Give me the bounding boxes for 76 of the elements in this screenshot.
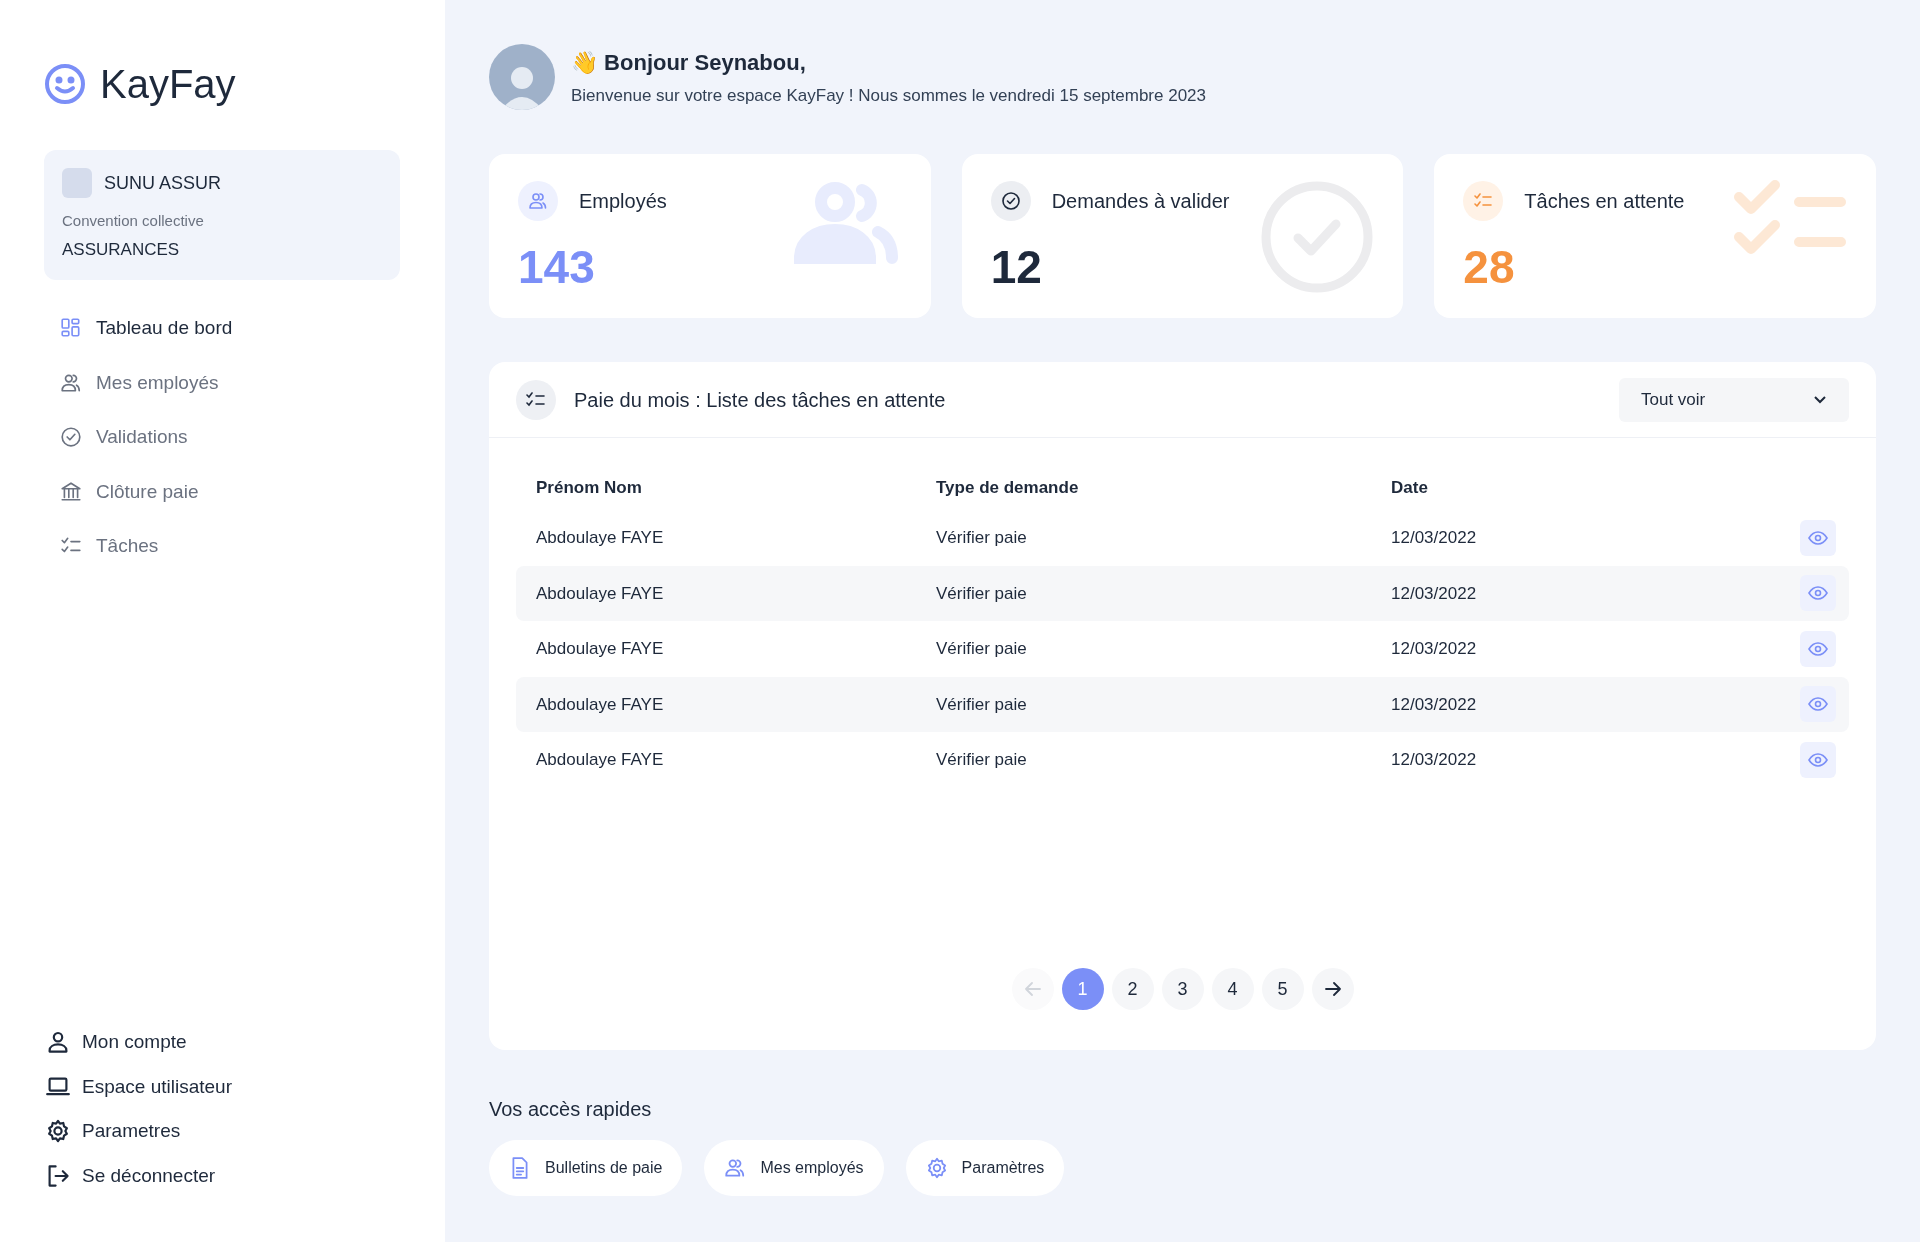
column-header: Date: [1391, 477, 1429, 500]
nav-item[interactable]: Validations: [60, 423, 400, 452]
nav-item[interactable]: Clôture paie: [60, 477, 400, 506]
dashboard-icon: [60, 317, 82, 340]
quick-access-button[interactable]: Bulletins de paie: [489, 1140, 683, 1196]
menu-item[interactable]: Espace utilisateur: [46, 1072, 400, 1101]
quick-access-button[interactable]: Paramètres: [905, 1140, 1065, 1196]
table-cell-text: Abdoulaye FAYE: [536, 749, 665, 771]
view-button[interactable]: [1800, 519, 1836, 556]
user-icon: [46, 1030, 70, 1055]
brand-name: KayFay: [100, 61, 236, 108]
stat-value: 28: [1463, 240, 1515, 295]
arrow-right-icon: [1324, 982, 1341, 996]
table-cell-text: Vérifier paie: [936, 749, 1028, 771]
table-cell-text: 12/03/2022: [1391, 638, 1478, 660]
page-button[interactable]: 5: [1261, 968, 1304, 1010]
quick-access-button[interactable]: Mes employés: [704, 1140, 884, 1196]
view-button[interactable]: [1800, 741, 1836, 778]
table-cell-text: Abdoulaye FAYE: [536, 693, 665, 716]
bank-icon: [60, 480, 82, 503]
table-cell-text: Vérifier paie: [936, 527, 1028, 549]
table-cell-text: Abdoulaye FAYE: [536, 638, 665, 660]
eye-icon: [1808, 586, 1828, 601]
greeting: 👋 Bonjour Seynabou,: [571, 48, 807, 77]
check-circle-icon: [60, 426, 82, 449]
users-icon: [724, 1157, 747, 1179]
table-cell-text: 12/03/2022: [1391, 693, 1478, 716]
company-name: SUNU ASSUR: [104, 171, 222, 195]
panel-title: Paie du mois : Liste des tâches en attente: [574, 387, 946, 413]
page-button[interactable]: 3: [1161, 968, 1204, 1010]
column-header: Type de demande: [936, 477, 1080, 500]
column-header: Prénom Nom: [536, 477, 643, 500]
chevron-down-icon: [1813, 395, 1827, 404]
section-title: Vos accès rapides: [489, 1097, 653, 1122]
welcome-text: Bienvenue sur votre espace KayFay ! Nous sommes le vendredi 15 septembre 2023: [571, 84, 1206, 107]
nav-item[interactable]: Tâches: [60, 532, 400, 561]
table-cell-text: Vérifier paie: [936, 693, 1028, 716]
eye-icon: [1808, 752, 1828, 767]
table-cell-text: 12/03/2022: [1391, 527, 1478, 549]
next-page-button[interactable]: [1311, 968, 1354, 1010]
eye-icon: [1808, 641, 1828, 656]
stat-value: 143: [518, 240, 595, 295]
company-label: Convention collective: [62, 211, 205, 231]
card-title: Demandes à valider: [1051, 189, 1230, 214]
eye-icon: [1808, 530, 1828, 545]
page-button[interactable]: 4: [1211, 968, 1254, 1010]
logout-icon: [46, 1163, 70, 1188]
gear-icon: [925, 1157, 948, 1179]
company-convention: ASSURANCES: [62, 238, 181, 261]
smiley-logo-icon: [44, 63, 86, 105]
table-cell-text: Abdoulaye FAYE: [536, 582, 665, 605]
nav-item[interactable]: Mes employés: [60, 368, 400, 397]
filter-dropdown[interactable]: Tout voir: [1619, 377, 1849, 422]
view-button[interactable]: [1800, 630, 1836, 667]
menu-item[interactable]: Parametres: [46, 1117, 400, 1146]
tasks-icon: [516, 379, 556, 420]
view-button[interactable]: [1800, 686, 1836, 723]
eye-icon: [1808, 697, 1828, 712]
stat-value: 12: [990, 240, 1042, 295]
nav-item[interactable]: Tableau de bord: [60, 314, 400, 343]
card-title: Employés: [579, 189, 667, 214]
company-logo-placeholder: [62, 168, 92, 198]
arrow-left-icon: [1024, 982, 1041, 996]
menu-item[interactable]: Se déconnecter: [46, 1161, 400, 1190]
users-icon: [528, 191, 548, 211]
table-cell-text: 12/03/2022: [1391, 749, 1478, 771]
check-circle-icon: [1000, 191, 1021, 211]
table-cell-text: Abdoulaye FAYE: [536, 527, 665, 549]
table-cell-text: Vérifier paie: [936, 582, 1028, 605]
table-cell-text: 12/03/2022: [1391, 582, 1478, 605]
table-cell-text: Vérifier paie: [936, 638, 1028, 660]
menu-item[interactable]: Mon compte: [46, 1028, 400, 1057]
page-button[interactable]: 2: [1111, 968, 1154, 1010]
card-title: Tâches en attente: [1524, 189, 1685, 214]
view-button[interactable]: [1800, 575, 1836, 612]
gear-icon: [46, 1119, 70, 1144]
